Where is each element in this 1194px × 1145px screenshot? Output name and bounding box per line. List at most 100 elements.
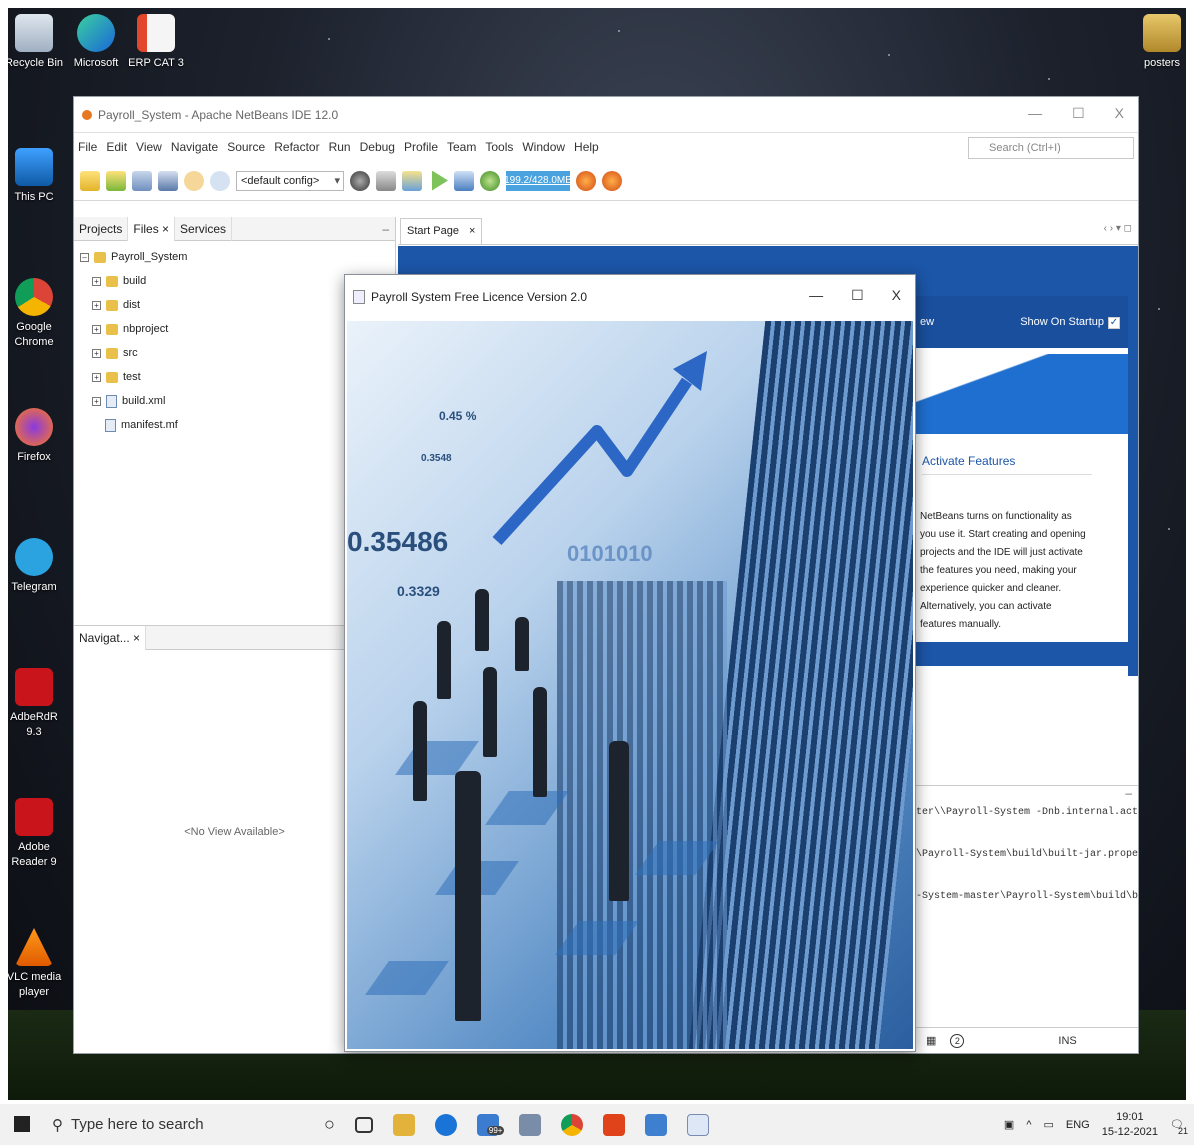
desktop-icon-adberdr[interactable]: AdbeRdR 9.3: [8, 668, 66, 740]
taskbar-search[interactable]: ⚲ Type here to search: [52, 1116, 314, 1134]
taskbar: ⚲ Type here to search ○ 99+ ▣ ^ ▭ ENG 19…: [0, 1104, 1194, 1145]
checkbox-icon[interactable]: ✓: [1108, 316, 1120, 329]
office-icon[interactable]: [602, 1113, 625, 1136]
menu-profile[interactable]: Profile: [404, 140, 438, 154]
activate-features-text: NetBeans turns on functionality as you u…: [920, 511, 1086, 630]
close-button[interactable]: X: [892, 287, 901, 304]
desktop-icon-adobe-reader[interactable]: Adobe Reader 9: [8, 798, 66, 870]
cortana-icon[interactable]: ○: [324, 1114, 335, 1135]
news-icon[interactable]: ▣: [1004, 1118, 1014, 1131]
notification-center-icon[interactable]: 🗨 21: [1170, 1118, 1188, 1136]
menu-tools[interactable]: Tools: [485, 140, 513, 154]
new-project-icon[interactable]: [106, 170, 126, 191]
edge-icon: [77, 14, 115, 52]
close-tab-icon[interactable]: ×: [469, 225, 475, 237]
folder-icon: [106, 323, 118, 335]
notifications-icon[interactable]: ▦: [926, 1034, 936, 1047]
desktop-icon-firefox[interactable]: Firefox: [8, 408, 66, 465]
activate-features-link[interactable]: Activate Features: [922, 454, 1092, 475]
redo-icon[interactable]: [210, 170, 230, 191]
tab-projects[interactable]: Projects: [74, 216, 129, 241]
desktop-icon-vlc[interactable]: VLC media player: [8, 928, 66, 1000]
clean-build-icon[interactable]: [402, 170, 422, 191]
calculator-icon[interactable]: [518, 1113, 541, 1136]
run-icon[interactable]: [432, 170, 448, 191]
expand-icon[interactable]: +: [92, 348, 101, 358]
expand-icon[interactable]: +: [92, 372, 101, 382]
tab-start-page[interactable]: Start Page ×: [400, 217, 483, 244]
open-project-icon[interactable]: [132, 170, 152, 191]
java-app-icon[interactable]: [686, 1113, 709, 1136]
clock[interactable]: 19:01 15-12-2021: [1102, 1110, 1158, 1140]
desktop-icon-edge[interactable]: Microsoft: [64, 14, 128, 71]
expand-icon[interactable]: +: [92, 324, 101, 334]
minimize-button[interactable]: —: [809, 287, 823, 304]
store-icon[interactable]: 99+: [476, 1113, 505, 1136]
desktop-icon-chrome[interactable]: Google Chrome: [8, 278, 66, 350]
file-explorer-icon[interactable]: [392, 1113, 415, 1136]
expand-icon[interactable]: +: [92, 396, 101, 406]
debug-icon[interactable]: [454, 170, 474, 191]
output-minimize-icon[interactable]: –: [914, 786, 1138, 806]
desktop-icon-this-pc[interactable]: This PC: [8, 148, 66, 205]
profiler-snapshot-icon[interactable]: [602, 170, 622, 191]
menu-team[interactable]: Team: [447, 140, 476, 154]
windows-start-icon[interactable]: [14, 1116, 30, 1132]
menu-run[interactable]: Run: [329, 140, 351, 154]
desktop-icon-recycle-bin[interactable]: Recycle Bin: [8, 14, 66, 71]
menu-navigate[interactable]: Navigate: [171, 140, 218, 154]
desktop-icon-erp[interactable]: ERP CAT 3: [124, 14, 188, 71]
collapse-icon[interactable]: –: [80, 252, 89, 262]
editor-nav-controls[interactable]: ‹ › ▾ ◻: [1104, 223, 1132, 234]
tab-services[interactable]: Services: [175, 216, 233, 241]
maximize-button[interactable]: ☐: [1072, 105, 1085, 122]
battery-icon[interactable]: ▭: [1044, 1118, 1054, 1131]
globe-icon[interactable]: [350, 170, 370, 191]
search-input[interactable]: Search (Ctrl+I): [968, 137, 1134, 159]
language-indicator[interactable]: ENG: [1066, 1119, 1090, 1131]
chevron-up-icon[interactable]: ^: [1026, 1119, 1031, 1131]
expand-icon[interactable]: +: [92, 276, 101, 286]
menu-file[interactable]: File: [78, 140, 97, 154]
menu-debug[interactable]: Debug: [360, 140, 395, 154]
undo-icon[interactable]: [184, 170, 204, 191]
desktop-icon-posters[interactable]: posters: [1130, 14, 1186, 71]
menu-source[interactable]: Source: [227, 140, 265, 154]
new-file-icon[interactable]: [80, 170, 100, 191]
projects-tabs: Projects Files × Services –: [74, 216, 395, 241]
output-line: \Payroll-System\build\built-jar.properti…: [916, 849, 1138, 860]
show-on-startup[interactable]: Show On Startup ✓: [1020, 316, 1120, 329]
adobe-reader-icon: [15, 668, 53, 706]
folder-icon: [106, 275, 118, 287]
save-all-icon[interactable]: [158, 170, 178, 191]
tab-navigator[interactable]: Navigat... ×: [74, 625, 147, 650]
memory-indicator[interactable]: 199.2/428.0MB: [504, 170, 572, 191]
folder-icon: [94, 251, 106, 263]
close-button[interactable]: X: [1115, 105, 1124, 122]
tab-files[interactable]: Files ×: [128, 216, 176, 241]
menu-window[interactable]: Window: [522, 140, 565, 154]
notification-count[interactable]: 2: [950, 1033, 965, 1048]
menu-edit[interactable]: Edit: [106, 140, 127, 154]
build-icon[interactable]: [376, 170, 396, 191]
profile-icon[interactable]: [480, 170, 500, 191]
chrome-icon[interactable]: [560, 1113, 583, 1136]
minimize-panel-icon[interactable]: –: [382, 222, 395, 236]
menu-help[interactable]: Help: [574, 140, 599, 154]
tree-item-root[interactable]: – Payroll_System: [80, 245, 395, 269]
menu-refactor[interactable]: Refactor: [274, 140, 319, 154]
config-select[interactable]: <default config>: [236, 170, 344, 191]
edge-icon[interactable]: [434, 1113, 457, 1136]
system-tray: ▣ ^ ▭ ENG 19:01 15-12-2021 🗨 21: [1004, 1104, 1188, 1145]
splash-title: Payroll System Free Licence Version 2.0: [371, 290, 588, 304]
desktop-icon-telegram[interactable]: Telegram: [8, 538, 66, 595]
overlay-figure: 0.35486: [347, 526, 449, 557]
netbeans-taskbar-icon[interactable]: [644, 1113, 667, 1136]
expand-icon[interactable]: +: [92, 300, 101, 310]
java-icon: [353, 290, 365, 304]
gc-icon[interactable]: [576, 170, 596, 191]
minimize-button[interactable]: —: [1028, 105, 1042, 122]
maximize-button[interactable]: ☐: [851, 287, 864, 304]
task-view-icon[interactable]: [354, 1116, 373, 1133]
menu-view[interactable]: View: [136, 140, 162, 154]
